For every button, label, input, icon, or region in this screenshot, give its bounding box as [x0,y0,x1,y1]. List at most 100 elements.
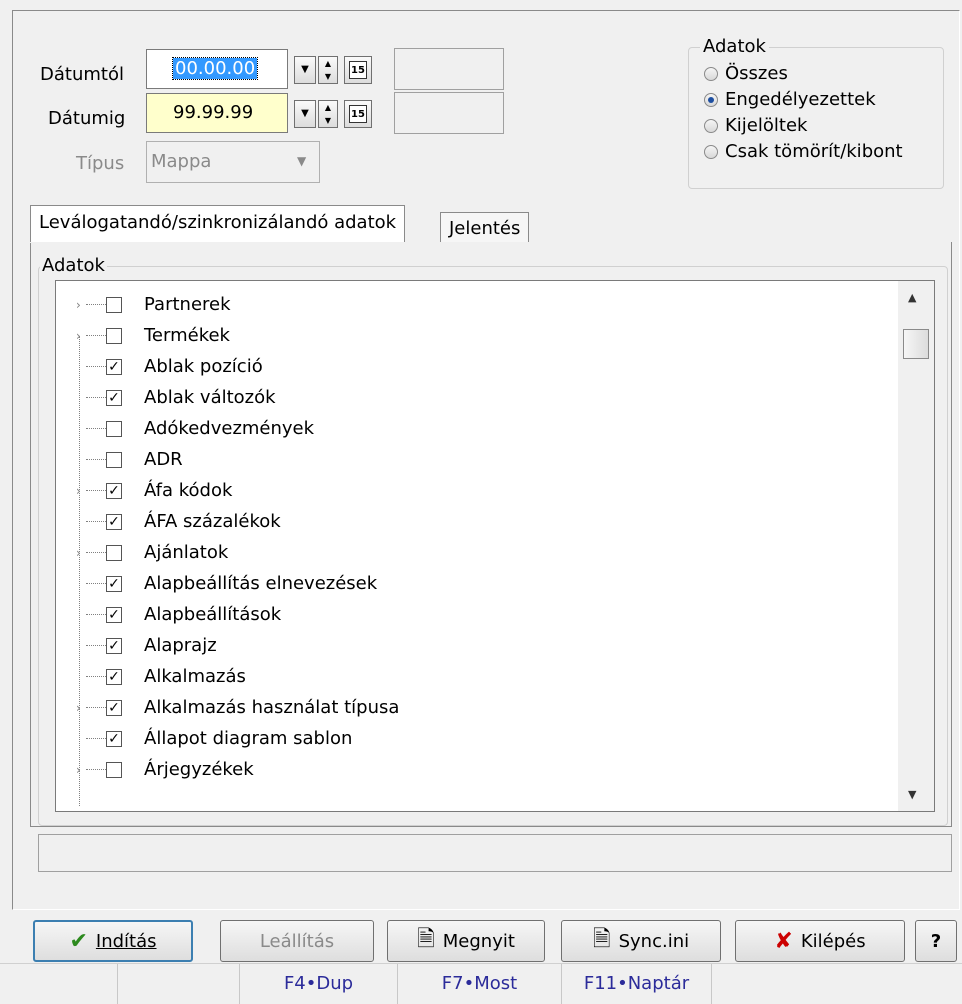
tree-row[interactable]: ✓ Alapbeállítások [56,599,896,630]
tree-scrollbar[interactable]: ▲ ▼ [898,281,934,811]
date-to-label: Dátumig [48,108,126,129]
date-from-extra-field [394,48,504,90]
data-tree[interactable]: › Partnerek › Termékek ✓ Ablak pozíció ✓ Ablak … [55,280,935,812]
tree-row[interactable]: ✓ Állapot diagram sablon [56,723,896,754]
radio-label: Csak tömörít/kibont [725,141,903,162]
date-to-input[interactable]: 99.99.99 [146,93,288,133]
radio-dot-icon[interactable] [704,144,718,159]
type-label: Típus [76,153,125,174]
radio-label: Kijelöltek [725,115,808,136]
tree-checkbox[interactable]: ✓ [106,389,122,406]
adatok-group-title: Adatok [700,36,769,57]
tree-row[interactable]: Adókedvezmények [56,413,896,444]
exit-button[interactable]: ✘ Kilépés [735,920,905,962]
adatok-radio-option[interactable]: Csak tömörít/kibont [704,141,903,162]
sync-ini-button[interactable]: 🗎 Sync.ini [561,920,721,962]
chevron-down-icon: ▼ [297,154,307,168]
date-from-dropdown-button[interactable]: ▼ [294,56,316,84]
tree-checkbox[interactable]: ✓ [106,606,122,623]
adatok-radio-option[interactable]: Összes [704,63,788,84]
scroll-thumb[interactable] [903,329,929,359]
tree-row[interactable]: › Ajánlatok [56,537,896,568]
tree-item-label: Alkalmazás [144,666,246,687]
adatok-radio-option[interactable]: Kijelöltek [704,115,807,136]
tree-checkbox[interactable] [106,451,122,468]
tree-item-label: Ajánlatok [144,542,229,563]
tree-checkbox[interactable]: ✓ [106,482,122,499]
tree-row[interactable]: ✓ Alaprajz [56,630,896,661]
tab-joint [30,242,440,243]
tree-row[interactable]: ✓ ÁFA százalékok [56,506,896,537]
radio-dot-icon[interactable] [704,66,718,81]
tree-checkbox[interactable]: ✓ [106,699,122,716]
tree-item-label: Alapbeállítás elnevezések [144,573,378,594]
radio-label: Engedélyezettek [725,89,876,110]
tree-checkbox[interactable] [106,327,122,344]
tree-connector [86,769,108,770]
calendar-icon: 15 [349,105,367,123]
tree-item-label: Adókedvezmények [144,418,315,439]
date-to-extra-field [394,92,504,134]
status-f7-most[interactable]: F7•Most [398,964,562,1004]
tree-item-label: ÁFA százalékok [144,511,281,532]
tree-connector [86,707,108,708]
tab-levalogatando[interactable]: Leválogatandó/szinkronizálandó adatok [30,205,406,243]
status-cell [118,964,240,1004]
scroll-up-icon[interactable]: ▲ [908,291,916,304]
tree-checkbox[interactable]: ✓ [106,730,122,747]
tree-connector [86,428,108,429]
tree-checkbox[interactable] [106,296,122,313]
tree-row[interactable]: ✓ Alkalmazás [56,661,896,692]
tree-checkbox[interactable]: ✓ [106,575,122,592]
start-button[interactable]: ✔ Indítás [33,920,193,962]
tree-row[interactable]: ADR [56,444,896,475]
tree-row[interactable]: › Partnerek [56,289,896,320]
tree-row[interactable]: › ✓ Alkalmazás használat típusa [56,692,896,723]
date-to-calendar-button[interactable]: 15 [344,100,372,128]
tree-item-label: Partnerek [144,294,231,315]
tree-checkbox[interactable]: ✓ [106,358,122,375]
tree-row[interactable]: › Árjegyzékek [56,754,896,785]
tree-row[interactable]: ✓ Alapbeállítás elnevezések [56,568,896,599]
tree-checkbox[interactable] [106,544,122,561]
tree-item-label: Alaprajz [144,635,217,656]
tree-connector [86,645,108,646]
status-cell [0,964,118,1004]
tree-item-label: Alkalmazás használat típusa [144,697,400,718]
date-from-calendar-button[interactable]: 15 [344,56,372,84]
status-bar: F4•Dup F7•Most F11•Naptár [0,963,962,1004]
tree-row[interactable]: ✓ Ablak pozíció [56,351,896,382]
tree-connector [86,521,108,522]
date-to-dropdown-button[interactable]: ▼ [294,100,316,128]
date-from-spinner[interactable]: ▲ ▼ [318,56,338,84]
status-f11-naptar[interactable]: F11•Naptár [562,964,712,1004]
radio-dot-icon[interactable] [704,118,718,133]
tree-connector [86,397,108,398]
tree-connector [86,583,108,584]
tree-connector [86,676,108,677]
tree-row[interactable]: › ✓ Áfa kódok [56,475,896,506]
tree-row[interactable]: › Termékek [56,320,896,351]
tree-connector [86,614,108,615]
scroll-down-icon[interactable]: ▼ [908,788,916,801]
stop-button[interactable]: Leállítás [220,920,374,962]
help-button[interactable]: ? [915,920,957,962]
date-to-spinner[interactable]: ▲ ▼ [318,100,338,128]
tab-jelentes[interactable]: Jelentés [440,212,530,244]
tree-row[interactable]: ✓ Ablak változók [56,382,896,413]
document-print-icon: 🗎 [417,927,435,952]
radio-dot-icon[interactable] [704,92,718,107]
open-button[interactable]: 🗎 Megnyit [387,920,545,962]
date-from-input[interactable]: 00.00.00 [146,49,288,89]
close-x-icon: ✘ [774,928,793,954]
tree-checkbox[interactable] [106,420,122,437]
tree-checkbox[interactable]: ✓ [106,513,122,530]
tree-connector [86,490,108,491]
status-f4-dup[interactable]: F4•Dup [240,964,398,1004]
adatok-radio-option[interactable]: Engedélyezettek [704,89,876,110]
tree-checkbox[interactable]: ✓ [106,637,122,654]
tree-item-label: Áfa kódok [144,480,233,501]
tree-checkbox[interactable] [106,761,122,778]
type-select[interactable]: Mappa ▼ [146,141,320,183]
tree-checkbox[interactable]: ✓ [106,668,122,685]
